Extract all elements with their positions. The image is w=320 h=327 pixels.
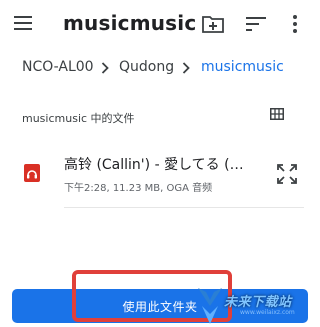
top-app-bar: musicmusic [0, 0, 320, 50]
breadcrumb-item-root[interactable]: NCO-AL00 [22, 59, 94, 75]
row-divider [64, 207, 304, 208]
watermark: 未来下载站 www.weilaixz.com [196, 284, 318, 326]
breadcrumb: NCO-AL00 Qudong musicmusic [0, 54, 320, 82]
section-title: musicmusic 中的文件 [22, 112, 135, 125]
file-list-item[interactable]: 高铃 (Callin') - 愛してる (… 下午2:28, 11.23 MB,… [0, 140, 320, 208]
more-vert-icon[interactable] [290, 14, 300, 34]
file-name: 高铃 (Callin') - 愛してる (… [64, 157, 244, 173]
chevron-right-icon [101, 62, 109, 74]
grid-view-icon[interactable] [270, 108, 284, 120]
watermark-text: 未来下载站 [224, 295, 292, 310]
watermark-logo-icon [198, 288, 222, 324]
fullscreen-expand-icon[interactable] [277, 164, 297, 184]
file-meta: 下午2:28, 11.23 MB, OGA 音频 [64, 183, 213, 194]
breadcrumb-item-qudong[interactable]: Qudong [119, 59, 174, 75]
create-new-folder-icon[interactable] [202, 14, 224, 34]
breadcrumb-item-current[interactable]: musicmusic [201, 59, 284, 75]
watermark-url: www.weilaixz.com [240, 309, 295, 316]
sort-icon[interactable] [246, 16, 266, 32]
hamburger-menu-icon[interactable] [14, 15, 32, 31]
folder-picker-screen: musicmusic NCO-AL00 Qudong musicmusic mu… [0, 0, 320, 327]
chevron-right-icon [182, 62, 190, 74]
audio-file-icon [24, 164, 40, 182]
app-title: musicmusic [63, 11, 197, 35]
